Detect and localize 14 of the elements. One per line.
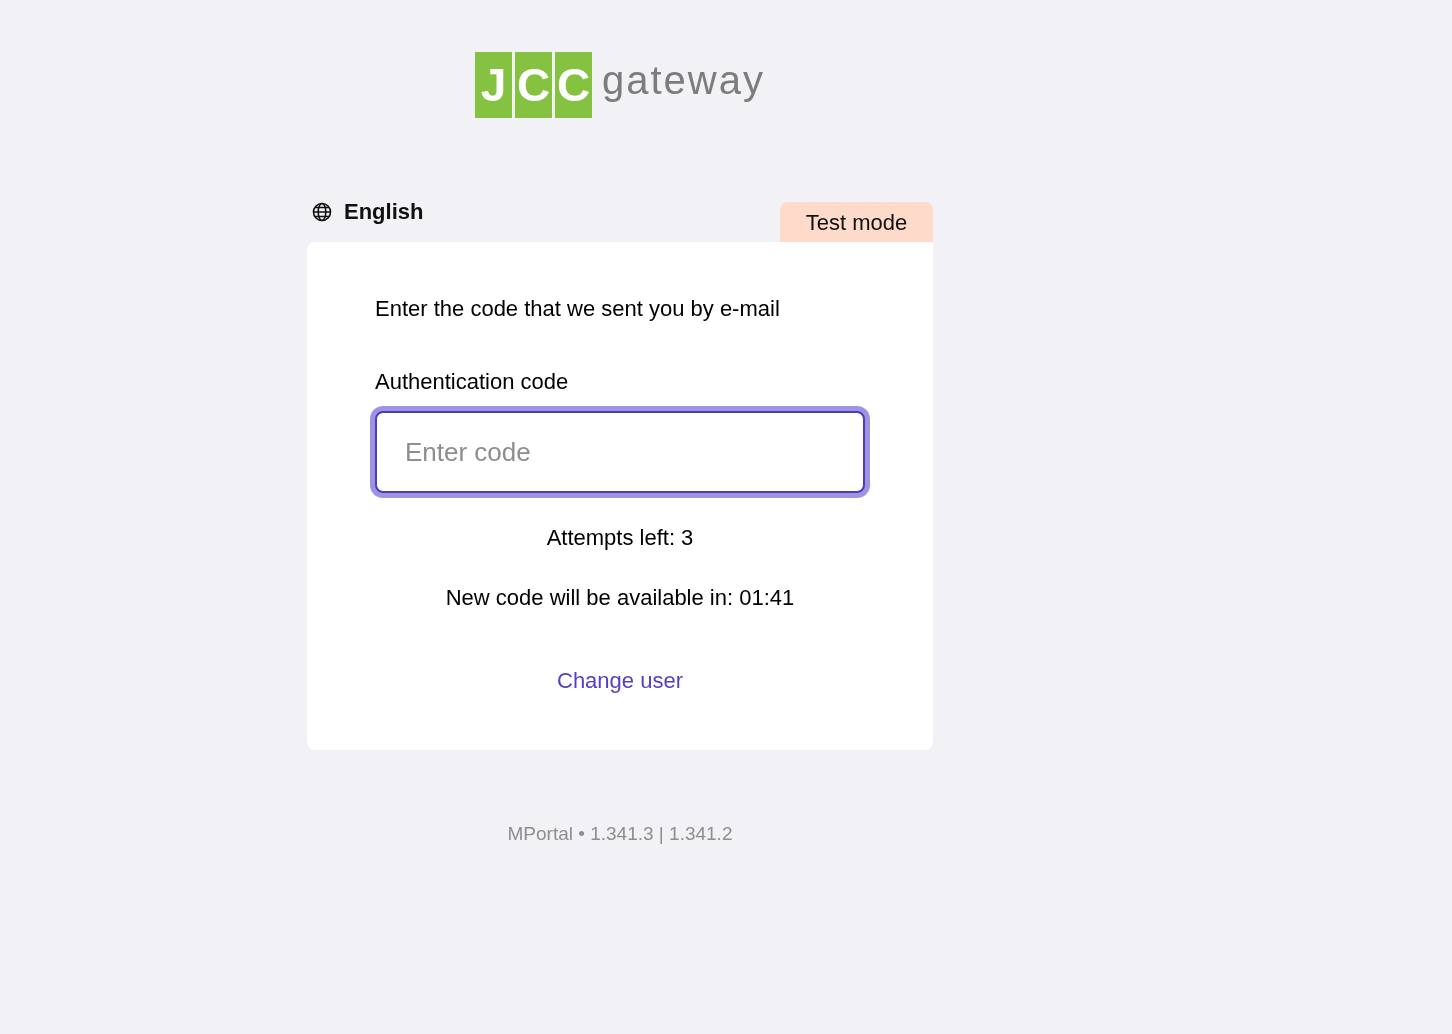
attempts-text: Attempts left: 3 [545,524,695,552]
field-label: Authentication code [375,368,570,396]
code-input-field[interactable]: Enter code [375,411,865,493]
countdown-text: New code will be available in: 01:41 [444,584,796,612]
version-footer: MPortal • 1.341.3 | 1.341.2 [307,820,933,849]
logo-letter: C [555,52,592,118]
globe-icon [312,201,332,222]
logo-letter: J [475,52,512,118]
instruction-text: Enter the code that we sent you by e-mail [375,295,781,323]
language-selector[interactable]: English [307,195,424,242]
test-mode-badge: Test mode [780,202,933,242]
logo-wordmark: gateway [602,60,765,104]
logo-letter: C [515,52,552,118]
change-user-link[interactable]: Change user [557,664,683,697]
